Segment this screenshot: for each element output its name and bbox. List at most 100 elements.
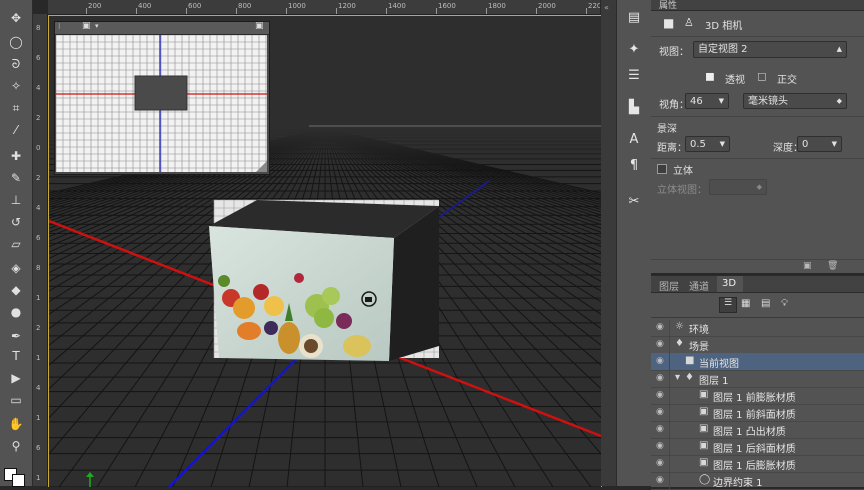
scene-node-icon: ◯ [699,474,711,485]
scene-node-label: 图层 1 [699,376,729,387]
visibility-eye-icon[interactable]: ◉ [656,424,664,434]
hand-tool-icon[interactable]: ✋ [4,414,28,434]
collapse-arrows-icon[interactable]: « [604,3,609,12]
history-panel-icon[interactable]: ▤ [624,8,644,26]
properties-header-label: 3D 相机 [705,21,743,32]
ruler-tick-label: 8 [36,264,41,272]
filter-lights-icon[interactable]: 💡︎ [781,298,788,309]
distance-input[interactable]: 0.5 ▼ [685,136,730,152]
chevron-down-icon: ▼ [831,140,837,148]
distance-label: 距离： [657,143,687,154]
paint-bucket-tool-icon[interactable]: ◈ [4,258,28,278]
close-view-icon[interactable]: ▣ [255,21,264,31]
ruler-tick-label: 4 [36,204,41,212]
scene-tree-row[interactable]: ▾ ◉ ♦ 图层 1 [651,370,864,388]
chevron-down-icon[interactable]: ▾ [95,22,99,30]
view-menu-icon[interactable]: ▣ [82,21,91,31]
ruler-tick-label: 1 [36,414,41,422]
background-color-swatch[interactable] [12,474,25,487]
distance-value: 0.5 [690,139,706,150]
scene-tree-row[interactable]: ◉ ▣ 图层 1 前膨胀材质 [651,387,864,405]
view-select[interactable]: 自定视图 2 ▲ [693,41,847,58]
filter-whole-scene-icon[interactable]: ☰ [719,297,737,313]
secondary-view-window[interactable]: ⁝ ▣ ▾ ▣ [54,21,270,175]
ruler-tick-label: 0 [36,144,41,152]
expand-chevron-icon[interactable]: ▾ [675,372,680,383]
brush-tool-icon[interactable]: ✎ [4,168,28,188]
eyedropper-tool-icon[interactable]: ⁄ [4,120,28,140]
document-canvas[interactable]: ⁝ ▣ ▾ ▣ [48,15,602,487]
ruler-tick-label: 400 [138,2,152,10]
rectangle-tool-icon[interactable]: ▭ [4,390,28,410]
zoom-tool-icon[interactable]: ⚲ [4,436,28,456]
filter-meshes-icon[interactable]: ▦ [741,298,750,309]
depth-input[interactable]: 0 ▼ [797,136,842,152]
adjustments-icon[interactable]: ☰ [624,66,644,84]
lens-unit-select[interactable]: 毫米镜头 ◆ [743,93,847,109]
tool-presets-icon[interactable]: ✂ [624,192,644,210]
fov-input[interactable]: 46 ▼ [685,93,729,109]
stereo-checkbox[interactable] [657,164,667,174]
healing-brush-tool-icon[interactable]: ✚ [4,146,28,166]
magic-wand-tool-icon[interactable]: ✧ [4,76,28,96]
tab-channels[interactable]: 通道 [689,278,709,293]
stereo-view-select[interactable]: ◆ [709,179,767,195]
delete-icon[interactable]: 🗑︎ [827,261,838,271]
marquee-tool-icon[interactable]: ◯ [4,32,28,52]
ruler-tick-label: 2 [36,114,41,122]
scene-node-label: 当前视图 [699,359,739,370]
path-selection-tool-icon[interactable]: ▶ [4,368,28,388]
move-tool-icon[interactable]: ✥ [4,8,28,28]
brush-presets-icon[interactable]: ✦ [624,40,644,58]
ruler-tick-label: 2 [36,324,41,332]
perspective-label[interactable]: 透视 [725,71,745,86]
scene-tree-row[interactable]: ◉ ▣ 图层 1 凸出材质 [651,421,864,439]
scene-node-label: 场景 [689,342,709,353]
updown-icon: ◆ [836,97,842,105]
visibility-eye-icon[interactable]: ◉ [656,339,664,349]
pen-tool-icon[interactable]: ✒ [4,326,28,346]
visibility-eye-icon[interactable]: ◉ [656,458,664,468]
visibility-eye-icon[interactable]: ◉ [656,390,664,400]
scene-tree-row[interactable]: ◉ ☼ 环境 [651,319,864,337]
secondary-view-titlebar[interactable]: ⁝ ▣ ▾ ▣ [55,21,269,35]
paragraph-panel-icon[interactable]: ¶ [624,156,644,174]
eraser-tool-icon[interactable]: ▱ [4,234,28,254]
clone-source-icon[interactable]: ▙ [624,98,644,116]
tab-layers[interactable]: 图层 [659,278,679,293]
orthographic-label[interactable]: 正交 [777,71,797,86]
scene-tree-row[interactable]: ◉ ◯ 边界约束 1 [651,472,864,490]
history-brush-tool-icon[interactable]: ↺ [4,212,28,232]
crop-tool-icon[interactable]: ⌗ [4,98,28,118]
dodge-tool-icon[interactable]: ● [4,302,28,322]
visibility-eye-icon[interactable]: ◉ [656,407,664,417]
type-tool-icon[interactable]: T [4,346,28,366]
visibility-eye-icon[interactable]: ◉ [656,356,664,366]
scene-node-icon: ▣ [699,440,709,451]
character-panel-icon[interactable]: A [624,130,644,148]
render-icon[interactable]: ▣ [803,261,812,271]
lasso-tool-icon[interactable]: ᘐ [4,54,28,74]
vertical-ruler: 8 6 4 2 0 2 4 6 8 1 2 1 4 1 6 1 [33,14,48,486]
chevron-down-icon: ▼ [719,140,725,148]
filter-materials-icon[interactable]: ▤ [761,298,770,309]
properties-panel: 属性 ■ ♙ 3D 相机 视图： 自定视图 2 ▲ ◼ 透视 ◻ 正交 视角： 4… [651,0,864,273]
blur-tool-icon[interactable]: ◆ [4,280,28,300]
scene-tree-row[interactable]: ◉ ■ 当前视图 [651,353,864,371]
panel-collapse-strip[interactable]: « [601,0,616,486]
scene-tree-row[interactable]: ◉ ♦ 场景 [651,336,864,354]
tab-3d[interactable]: 3D [722,278,736,289]
ruler-tick-label: 200 [88,2,102,10]
visibility-eye-icon[interactable]: ◉ [656,475,664,485]
visibility-eye-icon[interactable]: ◉ [656,322,664,332]
scene-tree-row[interactable]: ◉ ▣ 图层 1 后膨胀材质 [651,455,864,473]
ruler-tick-label: 6 [36,234,41,242]
scene-tree-row[interactable]: ◉ ▣ 图层 1 后斜面材质 [651,438,864,456]
visibility-eye-icon[interactable]: ◉ [656,373,664,383]
orthographic-cube-icon[interactable]: ◻ [757,69,767,83]
clone-stamp-tool-icon[interactable]: ⊥ [4,190,28,210]
scene-tree-row[interactable]: ◉ ▣ 图层 1 前斜面材质 [651,404,864,422]
tools-panel: ✥ ◯ ᘐ ✧ ⌗ ⁄ ✚ ✎ ⊥ ↺ ▱ ◈ ◆ ● ✒ T ▶ ▭ ✋ ⚲ [0,0,33,487]
visibility-eye-icon[interactable]: ◉ [656,441,664,451]
perspective-cube-icon[interactable]: ◼ [705,69,715,83]
